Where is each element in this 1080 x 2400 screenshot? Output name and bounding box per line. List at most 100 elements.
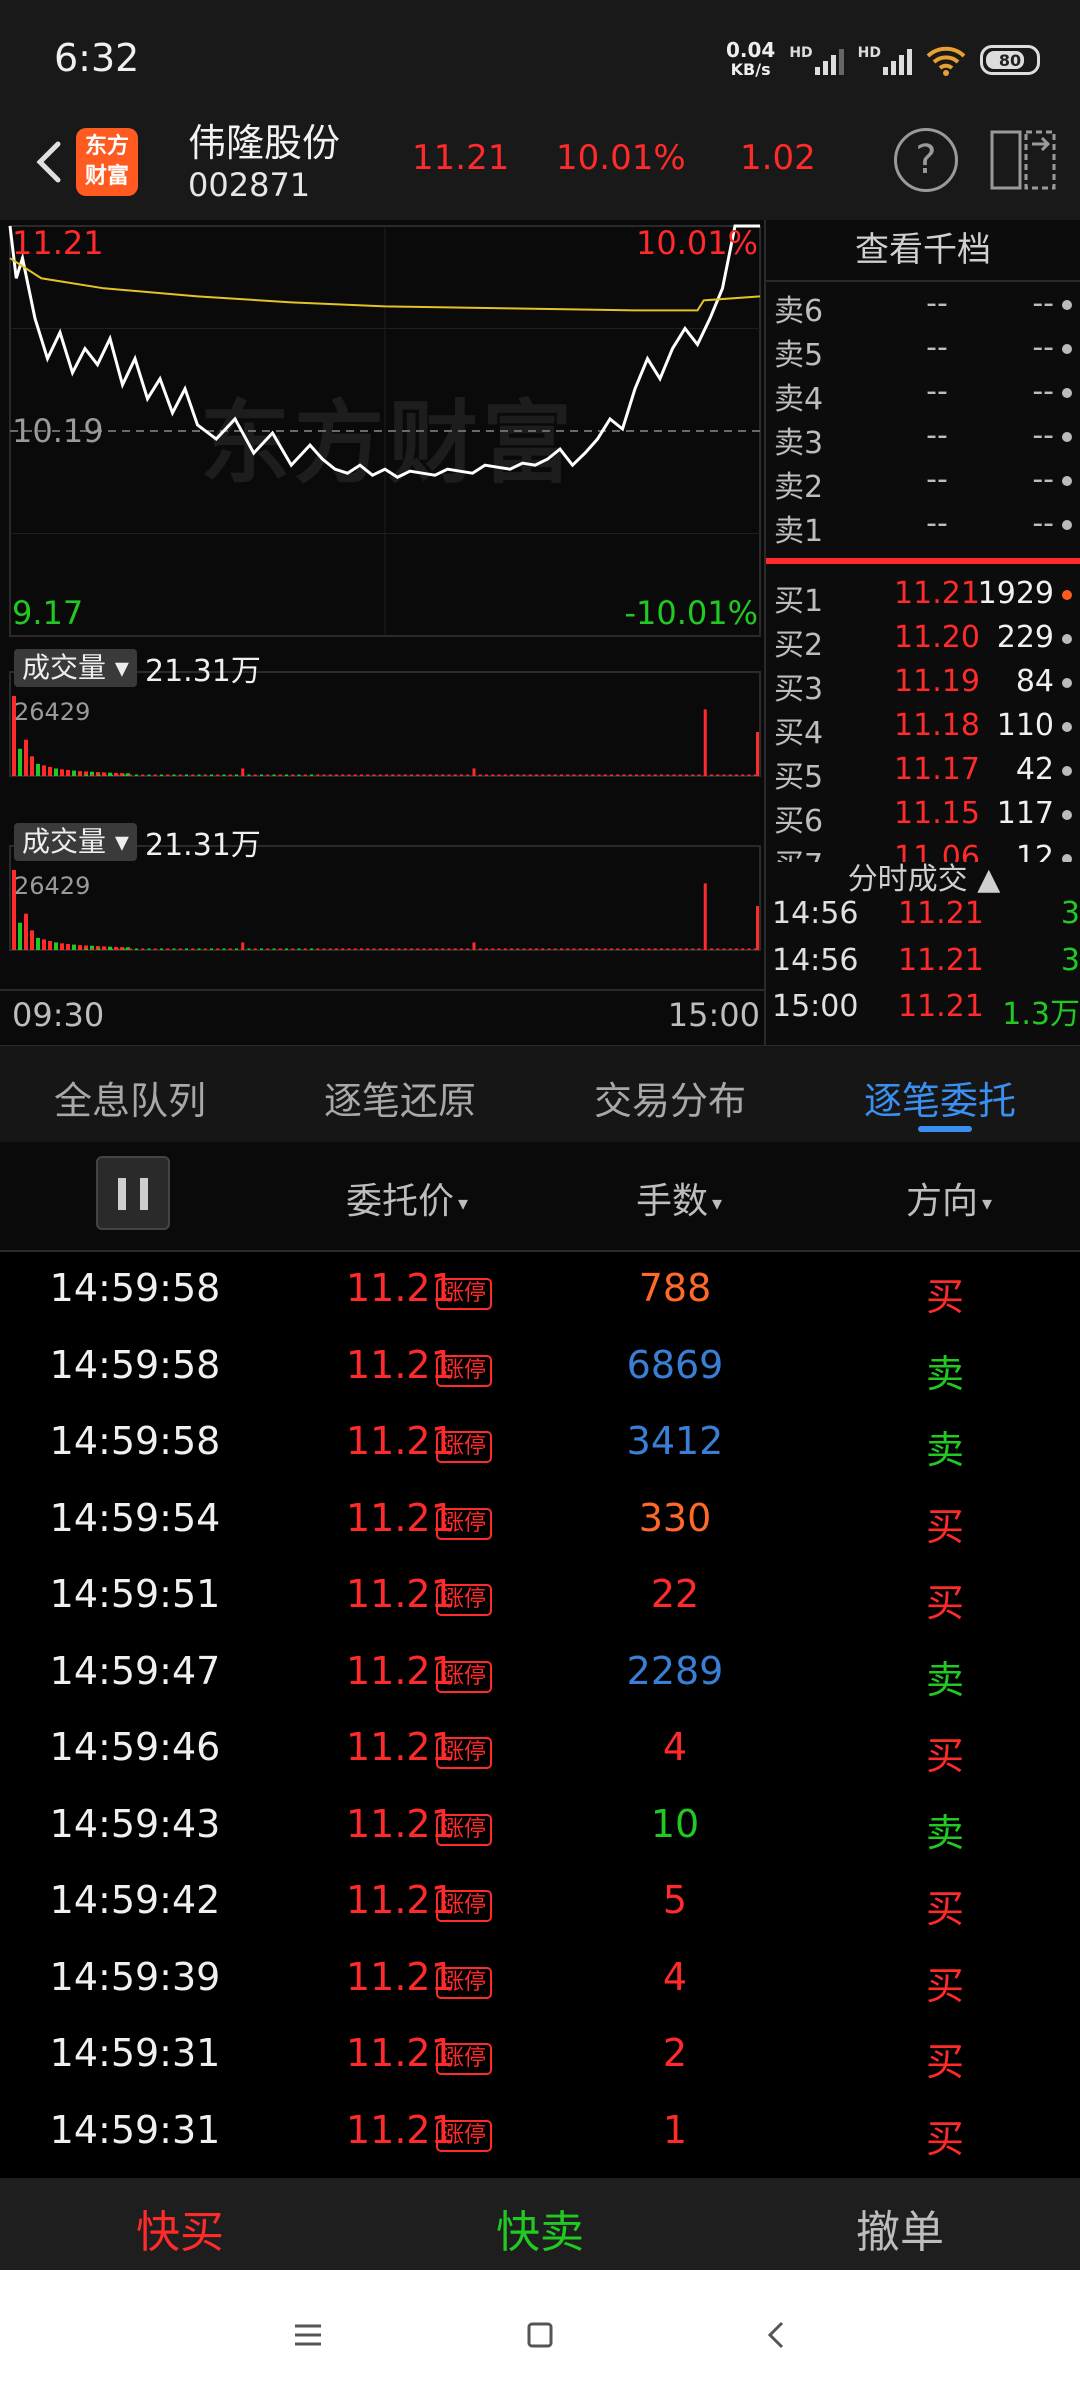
volume-bar [36, 937, 40, 950]
volume-bar [110, 774, 113, 776]
volume-bar [741, 948, 745, 950]
bid-row[interactable]: 买4 11.18 110 [766, 704, 1080, 751]
volume-selector-2[interactable]: 成交量 ▾ [14, 823, 137, 861]
volume-bar [253, 774, 257, 776]
action-bar: 快买 快卖 撤单 [0, 2178, 1080, 2270]
tab-trade-distribution[interactable]: 交易分布 [594, 1070, 746, 1125]
help-icon[interactable]: ? [894, 128, 958, 192]
volume-bar [66, 769, 70, 776]
hd-label-2: HD [857, 45, 881, 61]
ask-row[interactable]: 卖6 -- -- [766, 282, 1080, 329]
bid-row[interactable]: 买6 11.15 117 [766, 792, 1080, 839]
volume-bar [510, 774, 513, 776]
volume-bar [728, 774, 732, 776]
volume-bar [672, 774, 676, 776]
header-change-pct: 10.01% [556, 138, 686, 178]
order-row[interactable]: 14:59:39 11.21 涨停 4 买 [0, 1941, 1080, 2018]
volume-bar [322, 948, 326, 950]
volume-bar [247, 774, 251, 776]
menu-icon[interactable] [283, 2310, 333, 2360]
time-axis-start: 09:30 [12, 996, 105, 1034]
bid-row[interactable]: 买1 11.21 1929 [766, 572, 1080, 619]
order-row[interactable]: 14:59:31 11.21 涨停 2 买 [0, 2017, 1080, 2094]
limit-up-badge: 涨停 [436, 1813, 493, 1846]
bid-price: 11.18 [894, 708, 980, 743]
chart-bottom-pct: -10.01% [624, 594, 758, 632]
ask-price: -- [926, 286, 948, 321]
intraday-chart[interactable]: 东方财富 11.21 10.01% 10.19 9.17 -10.01% 成交量… [0, 220, 764, 1045]
volume-bar [641, 774, 645, 776]
switch-layout-icon[interactable] [990, 128, 1056, 192]
volume-bar [491, 774, 495, 776]
quick-buy-button[interactable]: 快买 [0, 2196, 360, 2260]
order-qty: 3412 [626, 1419, 724, 1463]
order-row[interactable]: 14:59:42 11.21 涨停 5 买 [0, 1864, 1080, 1941]
ask-row[interactable]: 卖3 -- -- [766, 414, 1080, 461]
order-row[interactable]: 14:59:58 11.21 涨停 6869 卖 [0, 1329, 1080, 1406]
status-time: 6:32 [54, 36, 140, 80]
orders-table: 14:59:58 11.21 涨停 788 买 14:59:58 11.21 涨停… [0, 1252, 1080, 2170]
volume-bar [391, 774, 395, 776]
sort-qty-label: 手数 [636, 1181, 709, 1222]
volume-bar [678, 948, 682, 950]
quick-sell-button[interactable]: 快卖 [360, 2196, 720, 2260]
order-time: 14:59:43 [49, 1801, 221, 1846]
order-row[interactable]: 14:59:51 11.21 涨停 22 买 [0, 1558, 1080, 1635]
order-time: 14:59:31 [49, 2107, 221, 2152]
volume-bar [91, 774, 95, 776]
volume-bar [397, 948, 401, 950]
tab-full-queue[interactable]: 全息队列 [54, 1070, 206, 1125]
tab-order-by-order[interactable]: 逐笔委托 [864, 1070, 1016, 1125]
ask-price: -- [926, 506, 948, 541]
volume-bar [147, 774, 151, 776]
sort-direction[interactable]: 方向 ▾ [906, 1172, 992, 1224]
ask-row[interactable]: 卖5 -- -- [766, 326, 1080, 373]
order-row[interactable]: 14:59:58 11.21 涨停 788 买 [0, 1252, 1080, 1329]
ask-row[interactable]: 卖2 -- -- [766, 458, 1080, 505]
ask-qty: -- [1032, 418, 1054, 453]
order-row[interactable]: 14:59:43 11.21 涨停 10 卖 [0, 1788, 1080, 1865]
hd-label-1: HD [789, 45, 813, 61]
volume-bar [166, 948, 170, 950]
sort-price[interactable]: 委托价 ▾ [346, 1172, 468, 1224]
volume-bar [466, 948, 470, 950]
volume-bar [691, 774, 695, 776]
volume-bar [597, 774, 601, 776]
ask-row[interactable]: 卖4 -- -- [766, 370, 1080, 417]
sort-qty[interactable]: 手数 ▾ [636, 1172, 722, 1224]
order-direction: 买 [925, 1504, 964, 1549]
volume-bar [747, 774, 751, 776]
back-nav-icon[interactable] [752, 2310, 802, 2360]
ask-qty: -- [1032, 330, 1054, 365]
battery-level: 80 [998, 50, 1022, 70]
volume-bar [685, 948, 688, 950]
volume-bar [153, 774, 157, 776]
ask-row[interactable]: 卖1 -- -- [766, 502, 1080, 549]
bid-row[interactable]: 买3 11.19 84 [766, 660, 1080, 707]
order-row[interactable]: 14:59:54 11.21 涨停 330 买 [0, 1482, 1080, 1559]
bid-row[interactable]: 买5 11.17 42 [766, 748, 1080, 795]
order-row[interactable]: 14:59:58 11.21 涨停 3412 卖 [0, 1405, 1080, 1482]
order-row[interactable]: 14:59:47 11.21 涨停 2289 卖 [0, 1635, 1080, 1712]
volume-selector-1[interactable]: 成交量 ▾ [14, 649, 137, 687]
volume-bar [528, 948, 532, 950]
volume-bar [453, 948, 457, 950]
volume-bar [435, 948, 438, 950]
volume-bar [297, 948, 301, 950]
bid-row[interactable]: 买2 11.20 229 [766, 616, 1080, 663]
tab-tick-restore[interactable]: 逐笔还原 [324, 1070, 476, 1125]
back-icon[interactable] [22, 132, 82, 192]
volume-bar [685, 774, 688, 776]
volume-bar [391, 948, 395, 950]
volume-bar [24, 739, 28, 776]
order-row[interactable]: 14:59:31 11.21 涨停 1 买 [0, 2094, 1080, 2171]
order-row[interactable]: 14:59:46 11.21 涨停 4 买 [0, 1711, 1080, 1788]
cancel-order-button[interactable]: 撤单 [720, 2196, 1080, 2260]
ticks-title[interactable]: 分时成交 ▲ [766, 854, 1080, 898]
pause-button[interactable] [96, 1156, 170, 1230]
home-icon[interactable] [515, 2310, 565, 2360]
view-depth-button[interactable]: 查看千档 [766, 220, 1080, 282]
volume-value-2: 21.31万 [144, 828, 261, 863]
order-qty: 5 [662, 1878, 688, 1922]
volume-bar [541, 948, 545, 950]
